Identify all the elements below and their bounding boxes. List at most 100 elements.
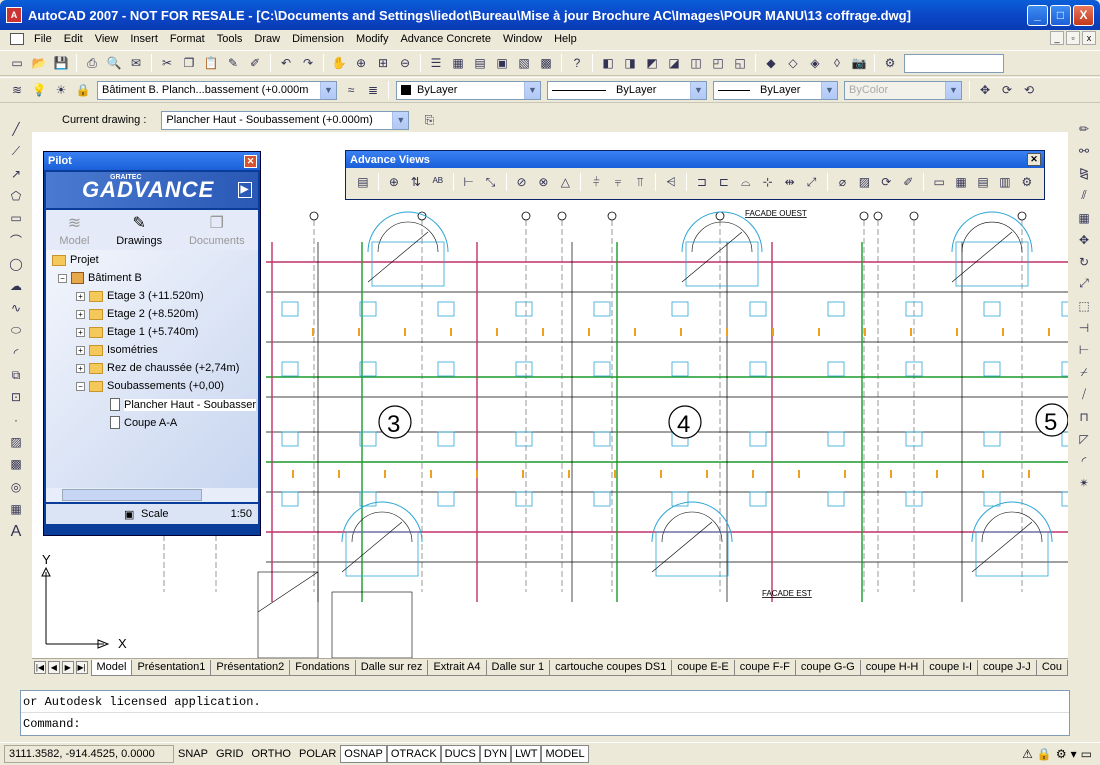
tree-item-isometries[interactable]: + Isométries — [76, 344, 158, 356]
copy-icon[interactable]: ❐ — [180, 54, 198, 72]
tab-coupe-j-j[interactable]: coupe J-J — [977, 659, 1037, 676]
slope-icon[interactable]: ⊘ — [514, 173, 530, 191]
break-icon[interactable]: ⧸ — [1073, 386, 1095, 404]
match-properties-icon[interactable]: ✎ — [224, 54, 242, 72]
view-edit-icon[interactable]: ✐ — [900, 173, 916, 191]
region-icon[interactable]: ◎ — [5, 477, 27, 495]
menu-file[interactable]: File — [28, 33, 58, 45]
new-icon[interactable]: ▭ — [8, 54, 26, 72]
view-back-icon[interactable]: ◰ — [709, 54, 727, 72]
lineweight-combo[interactable]: ByLayer ▼ — [713, 80, 838, 100]
tab-dalle-sur-1[interactable]: Dalle sur 1 — [485, 659, 551, 676]
chevron-down-icon[interactable]: ▼ — [392, 111, 409, 129]
pilot-horizontal-scrollbar[interactable] — [46, 488, 258, 502]
axis-icon[interactable]: ⊹ — [760, 173, 776, 191]
tree-item-etage-3[interactable]: + Etage 3 (+11.520m) — [76, 290, 204, 302]
mirror-icon[interactable]: ⧎ — [1073, 164, 1095, 182]
dimension-linear-icon[interactable]: ⊢ — [461, 173, 477, 191]
tab-fondations[interactable]: Fondations — [289, 659, 356, 676]
dimension-aligned-icon[interactable]: ⤡ — [483, 173, 499, 191]
move-icon[interactable]: ✥ — [1073, 231, 1095, 249]
tab-presentation1[interactable]: Présentation1 — [131, 659, 212, 676]
chamfer-icon[interactable]: ◸ — [1073, 430, 1095, 448]
tree-item-rez-de-chaussee[interactable]: + Rez de chaussée (+2,74m) — [76, 362, 239, 374]
join-icon[interactable]: ⊓ — [1073, 408, 1095, 426]
view-abc-icon[interactable]: ᴬᴮ — [430, 173, 446, 191]
orbit-icon[interactable]: ✥ — [976, 81, 994, 99]
copy-object-icon[interactable]: ⚯ — [1073, 142, 1095, 160]
hatch-icon[interactable]: ▨ — [5, 433, 27, 451]
tab-model[interactable]: ≋ Model — [59, 213, 89, 247]
nomenclature-icon[interactable]: ▤ — [975, 173, 991, 191]
toolbar-lock-icon[interactable]: 🔒 — [1037, 747, 1052, 761]
command-prompt[interactable]: Command: — [21, 713, 1069, 735]
level-mark-icon[interactable]: △ — [557, 173, 573, 191]
grid-toggle[interactable]: GRID — [212, 745, 248, 763]
free-orbit-icon[interactable]: ⟳ — [998, 81, 1016, 99]
layer-manager-icon[interactable]: ≋ — [8, 81, 26, 99]
label-flag-icon[interactable]: ⊏ — [716, 173, 732, 191]
menu-draw[interactable]: Draw — [248, 33, 286, 45]
point-icon[interactable]: · — [5, 411, 27, 429]
menu-view[interactable]: View — [89, 33, 125, 45]
dyn-toggle[interactable]: DYN — [479, 745, 512, 763]
tab-dalle-sur-rez[interactable]: Dalle sur rez — [354, 659, 429, 676]
scrollbar-thumb[interactable] — [62, 489, 202, 501]
extend-icon[interactable]: ⊢ — [1073, 341, 1095, 359]
layer-previous-icon[interactable]: ≣ — [364, 81, 382, 99]
ellipse-arc-icon[interactable]: ◜ — [5, 344, 27, 362]
zoom-realtime-icon[interactable]: ⊕ — [352, 54, 370, 72]
view-level-icon[interactable]: ⇅ — [408, 173, 424, 191]
view-top-icon[interactable]: ◨ — [621, 54, 639, 72]
layer-make-current-icon[interactable]: ≈ — [342, 81, 360, 99]
section-icon[interactable]: ⫩ — [588, 173, 604, 191]
autocad-app-icon[interactable]: A — [6, 7, 22, 23]
redo-icon[interactable]: ↷ — [299, 54, 317, 72]
document-icon[interactable] — [10, 33, 24, 45]
tree-item-etage-2[interactable]: + Etage 2 (+8.520m) — [76, 308, 198, 320]
tab-coupe-g-g[interactable]: coupe G-G — [794, 659, 861, 676]
view-list-icon[interactable]: ▤ — [355, 173, 371, 191]
publish-icon[interactable]: ✉ — [127, 54, 145, 72]
command-line[interactable]: or Autodesk licensed application. Comman… — [20, 690, 1070, 736]
workspace-combo[interactable] — [904, 53, 1004, 73]
print-preview-icon[interactable]: 🔍 — [105, 54, 123, 72]
advance-views-close-icon[interactable]: ✕ — [1027, 153, 1041, 166]
help-icon[interactable]: ? — [568, 54, 586, 72]
gradient-icon[interactable]: ▩ — [5, 455, 27, 473]
extend-view-icon[interactable]: ⤢ — [804, 173, 820, 191]
pan-icon[interactable]: ✋ — [330, 54, 348, 72]
tab-extrait-a4[interactable]: Extrait A4 — [427, 659, 487, 676]
cartouche-icon[interactable]: ▭ — [931, 173, 947, 191]
iso-nw-icon[interactable]: ◊ — [828, 54, 846, 72]
layer-combo[interactable]: Bâtiment B. Planch...bassement (+0.000m … — [97, 80, 337, 100]
status-menu-icon[interactable]: ▾ — [1071, 747, 1077, 761]
tab-coupe-i-i[interactable]: coupe I-I — [923, 659, 979, 676]
first-tab-icon[interactable]: |◀ — [34, 661, 46, 674]
tab-cou[interactable]: Cou — [1035, 659, 1068, 676]
label-icon[interactable]: ⊐ — [694, 173, 710, 191]
zoom-window-icon[interactable]: ⊞ — [374, 54, 392, 72]
make-block-icon[interactable]: ⊡ — [5, 388, 27, 406]
clean-screen-icon[interactable]: ▭ — [1081, 747, 1092, 761]
explode-icon[interactable]: ✴ — [1073, 474, 1095, 492]
array-icon[interactable]: ▦ — [1073, 209, 1095, 227]
tab-cartouche-coupes[interactable]: cartouche coupes DS1 — [549, 659, 673, 676]
spline-icon[interactable]: ∿ — [5, 299, 27, 317]
table-icon[interactable]: ▦ — [5, 500, 27, 518]
markup-icon[interactable]: ▧ — [515, 54, 533, 72]
tree-item-etage-1[interactable]: + Etage 1 (+5.740m) — [76, 326, 198, 338]
chevron-down-icon[interactable]: ▼ — [821, 81, 837, 99]
menu-modify[interactable]: Modify — [350, 33, 394, 45]
ortho-toggle[interactable]: ORTHO — [247, 745, 295, 763]
detail-icon[interactable]: ⫧ — [610, 173, 626, 191]
view-front-icon[interactable]: ◩ — [643, 54, 661, 72]
tool-palettes-icon[interactable]: ▤ — [471, 54, 489, 72]
hatching-icon[interactable]: ▨ — [856, 173, 872, 191]
lwt-toggle[interactable]: LWT — [511, 745, 542, 763]
multiline-text-icon[interactable]: A — [5, 522, 27, 542]
linetype-combo[interactable]: ByLayer ▼ — [547, 80, 707, 100]
offset-icon[interactable]: ⫽ — [1073, 186, 1095, 204]
iso-ne-icon[interactable]: ◈ — [806, 54, 824, 72]
chevron-down-icon[interactable]: ▼ — [320, 81, 336, 99]
